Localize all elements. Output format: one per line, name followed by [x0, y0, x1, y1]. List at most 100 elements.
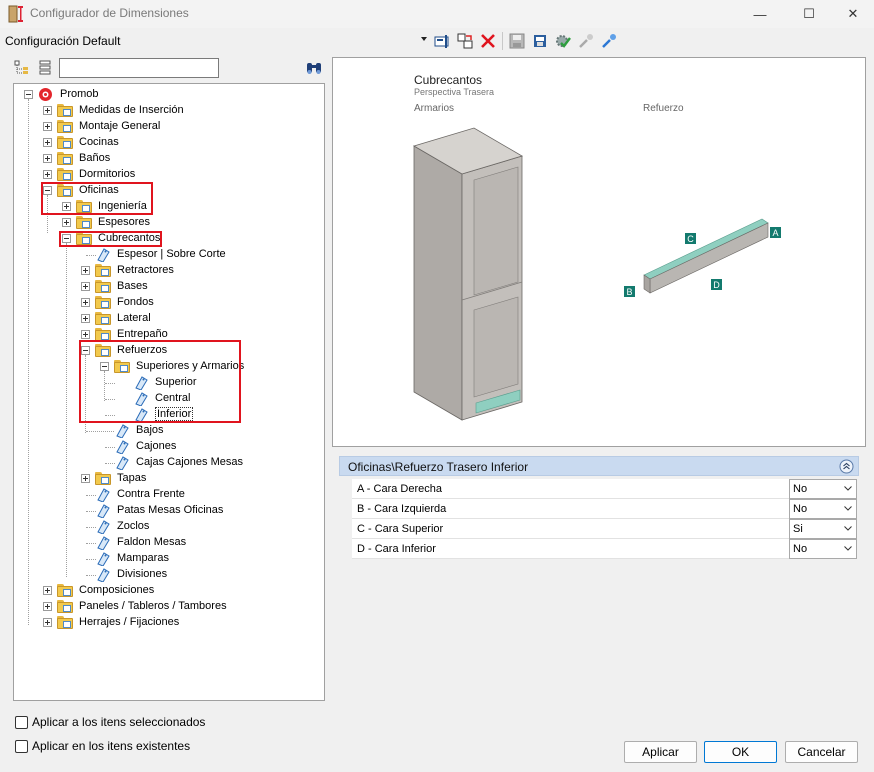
- tree-item-retractores[interactable]: Retractores: [14, 263, 314, 279]
- tag-icon: [116, 456, 129, 470]
- tree-item-patas-mesas[interactable]: Patas Mesas Oficinas: [14, 503, 314, 519]
- tree-item-paneles[interactable]: Paneles / Tableros / Tambores: [14, 599, 314, 615]
- expand-toggle[interactable]: [43, 602, 52, 611]
- property-select-inferior[interactable]: No: [789, 539, 857, 559]
- chevron-down-icon: [421, 37, 427, 41]
- marker-a: A: [772, 228, 778, 238]
- tag-icon: [97, 552, 110, 566]
- expand-toggle[interactable]: [43, 618, 52, 627]
- highlight-box-oficinas: [41, 182, 153, 215]
- expand-toggle[interactable]: [62, 218, 71, 227]
- apply-selected-label: Aplicar a los itens seleccionados: [32, 715, 206, 729]
- expand-toggle[interactable]: [43, 170, 52, 179]
- folder-icon: [95, 264, 111, 277]
- tree-item-tapas[interactable]: Tapas: [14, 471, 314, 487]
- folder-icon: [95, 472, 111, 485]
- expand-toggle[interactable]: [81, 266, 90, 275]
- folder-icon: [57, 104, 73, 117]
- collapse-toggle[interactable]: [24, 90, 33, 99]
- tree-item-bajos[interactable]: Bajos: [14, 423, 314, 439]
- binoculars-icon[interactable]: [305, 60, 323, 76]
- highlight-box-refuerzos: [79, 340, 241, 423]
- minimize-button[interactable]: —: [737, 0, 783, 28]
- property-row-derecha: A - Cara Derecha No: [352, 479, 857, 499]
- highlight-box-cubrecantos: [59, 231, 162, 247]
- expand-all-icon[interactable]: [14, 60, 30, 76]
- cabinet-illustration: [413, 127, 523, 421]
- expand-toggle[interactable]: [43, 106, 52, 115]
- save-icon[interactable]: [508, 32, 526, 50]
- tree-item-contra-frente[interactable]: Contra Frente: [14, 487, 314, 503]
- ok-button[interactable]: OK: [704, 741, 777, 763]
- tree-item-banos[interactable]: Baños: [14, 151, 314, 167]
- expand-toggle[interactable]: [43, 122, 52, 131]
- tree-item-herrajes[interactable]: Herrajes / Fijaciones: [14, 615, 314, 631]
- tree-search-input[interactable]: [59, 58, 219, 78]
- folder-icon: [57, 168, 73, 181]
- configuration-value: Configuración Default: [5, 34, 121, 48]
- cancel-button[interactable]: Cancelar: [785, 741, 858, 763]
- delete-icon[interactable]: [479, 32, 497, 50]
- expand-toggle[interactable]: [81, 282, 90, 291]
- settings-check-icon[interactable]: [554, 32, 572, 50]
- category-tree[interactable]: Promob Medidas de Inserción Montaje Gene…: [13, 83, 325, 701]
- export-icon[interactable]: [531, 32, 549, 50]
- tree-item-cocinas[interactable]: Cocinas: [14, 135, 314, 151]
- preview-title: Cubrecantos: [414, 73, 483, 87]
- tree-item-cajones[interactable]: Cajones: [14, 439, 314, 455]
- tree-item-espesor-sobre-corte[interactable]: Espesor | Sobre Corte: [14, 247, 314, 263]
- property-select-derecha[interactable]: No: [789, 479, 857, 499]
- property-row-superior: C - Cara Superior Si: [352, 519, 857, 539]
- tag-icon: [97, 488, 110, 502]
- folder-icon: [95, 296, 111, 309]
- tree-item-mamparas[interactable]: Mamparas: [14, 551, 314, 567]
- marker-d: D: [713, 280, 720, 290]
- promob-logo-icon: [39, 88, 52, 101]
- expand-toggle[interactable]: [81, 298, 90, 307]
- chevron-down-icon: [844, 546, 852, 551]
- edit-icon[interactable]: [433, 32, 451, 50]
- tree-item-espesores[interactable]: Espesores: [14, 215, 314, 231]
- copy-icon[interactable]: [456, 32, 474, 50]
- property-select-izquierda[interactable]: No: [789, 499, 857, 519]
- tree-item-fondos[interactable]: Fondos: [14, 295, 314, 311]
- apply-button[interactable]: Aplicar: [624, 741, 697, 763]
- collapse-all-icon[interactable]: [38, 60, 52, 76]
- expand-toggle[interactable]: [43, 586, 52, 595]
- pick-gray-icon[interactable]: [577, 32, 595, 50]
- tree-item-dormitorios[interactable]: Dormitorios: [14, 167, 314, 183]
- tree-item-zoclos[interactable]: Zoclos: [14, 519, 314, 535]
- tag-icon: [97, 520, 110, 534]
- property-row-izquierda: B - Cara Izquierda No: [352, 499, 857, 519]
- close-window-button[interactable]: ✕: [830, 0, 874, 28]
- tree-item-medidas[interactable]: Medidas de Inserción: [14, 103, 314, 119]
- tree-item-faldon-mesas[interactable]: Faldon Mesas: [14, 535, 314, 551]
- reinforcement-illustration: A C B D: [624, 218, 781, 297]
- expand-toggle[interactable]: [43, 138, 52, 147]
- preview-label-refuerzo: Refuerzo: [643, 103, 684, 114]
- property-select-superior[interactable]: Si: [789, 519, 857, 539]
- folder-icon: [57, 584, 73, 597]
- configuration-select[interactable]: Configuración Default: [3, 31, 429, 51]
- expand-toggle[interactable]: [81, 330, 90, 339]
- tree-item-cajas-cajones-mesas[interactable]: Cajas Cajones Mesas: [14, 455, 314, 471]
- folder-icon: [95, 312, 111, 325]
- apply-existing-checkbox[interactable]: [15, 740, 28, 753]
- tree-item-montaje[interactable]: Montaje General: [14, 119, 314, 135]
- apply-selected-checkbox[interactable]: [15, 716, 28, 729]
- preview-label-armarios: Armarios: [414, 103, 455, 114]
- folder-icon: [57, 600, 73, 613]
- expand-toggle[interactable]: [81, 474, 90, 483]
- tree-item-promob[interactable]: Promob: [14, 87, 314, 103]
- pick-blue-icon[interactable]: [600, 32, 618, 50]
- chevron-down-icon: [844, 486, 852, 491]
- tree-item-divisiones[interactable]: Divisiones: [14, 567, 314, 583]
- expand-toggle[interactable]: [43, 154, 52, 163]
- tree-item-bases[interactable]: Bases: [14, 279, 314, 295]
- marker-c: C: [687, 234, 694, 244]
- tree-item-lateral[interactable]: Lateral: [14, 311, 314, 327]
- collapse-section-icon[interactable]: [839, 459, 854, 474]
- tree-item-composiciones[interactable]: Composiciones: [14, 583, 314, 599]
- expand-toggle[interactable]: [81, 314, 90, 323]
- maximize-button[interactable]: ☐: [786, 0, 832, 28]
